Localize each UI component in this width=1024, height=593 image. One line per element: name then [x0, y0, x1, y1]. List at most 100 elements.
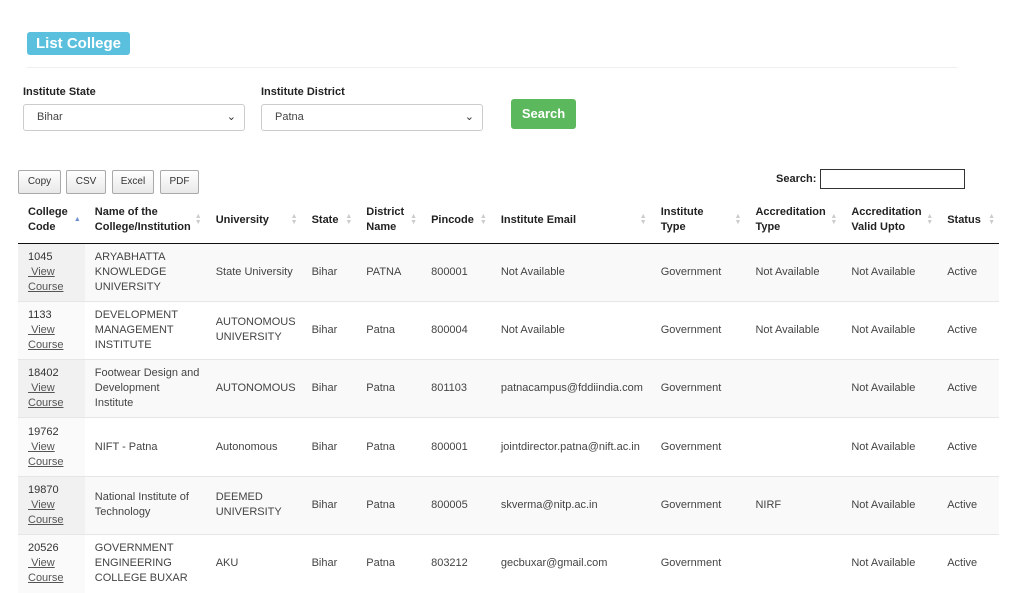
- column-header-label: Name of the: [94, 206, 158, 219]
- type-cell: Government: [650, 300, 746, 360]
- college-code: 20526: [28, 542, 59, 555]
- column-header-label: Valid Upto: [851, 221, 906, 234]
- email: Not Available: [500, 323, 565, 336]
- college-code: 19870: [28, 483, 59, 496]
- column-header-university[interactable]: University ▲ ▼: [205, 198, 302, 244]
- view-course-link-text: Course: [28, 455, 64, 468]
- college-name: KNOWLEDGE: [94, 265, 167, 278]
- sort-icon: ▲ ▼: [734, 213, 742, 227]
- college-name: Development Institute: [94, 382, 160, 410]
- pincode: 801103: [431, 382, 467, 395]
- page-title: List College: [27, 32, 131, 55]
- college-name-cell: NIFT - Patna: [84, 417, 206, 477]
- column-header-accreditation-type[interactable]: Accreditation Type ▲ ▼: [745, 198, 842, 244]
- email-cell: patnacampus@fddiindia.com: [490, 359, 651, 418]
- column-header-label: Institute Email: [500, 213, 577, 226]
- district-cell: PATNA: [356, 242, 422, 302]
- view-course-link[interactable]: View Course: [28, 499, 63, 526]
- email: Not Available: [500, 265, 565, 278]
- accr-valid: Not Available: [851, 382, 916, 395]
- column-header-institute-type[interactable]: Institute Type ▲ ▼: [650, 198, 746, 244]
- university-cell: Autonomous: [205, 417, 302, 477]
- column-header-institute-email[interactable]: Institute Email ▲ ▼: [490, 198, 651, 244]
- college-name: COLLEGE BUXAR: [94, 572, 188, 585]
- search-button[interactable]: Search: [511, 99, 576, 129]
- view-course-link[interactable]: View Course: [28, 557, 63, 584]
- college-name: Footwear Design and: [94, 367, 200, 380]
- column-header-state[interactable]: State ▲ ▼: [301, 198, 357, 244]
- accr-type: Not Available: [755, 323, 820, 336]
- view-course-link[interactable]: View Course: [28, 324, 63, 351]
- title-divider: [27, 67, 957, 68]
- university: Autonomous: [215, 440, 278, 453]
- college-name: INSTITUTE: [94, 338, 152, 351]
- type-cell: Government: [650, 359, 746, 418]
- pincode-cell: 800001: [421, 417, 491, 477]
- type: Government: [660, 557, 722, 570]
- state: Bihar: [311, 498, 338, 511]
- column-header-college-name[interactable]: Name of the College/Institution ▲ ▼: [84, 198, 206, 244]
- district-cell: Patna: [356, 417, 422, 477]
- view-course-link-text: Course: [28, 397, 64, 410]
- university-cell: State University: [205, 242, 302, 302]
- status-cell: Active: [937, 475, 999, 535]
- college-code-cell: 1133 View Course: [18, 300, 85, 360]
- column-header-accreditation-valid-upto[interactable]: Accreditation Valid Upto ▲ ▼: [841, 198, 938, 244]
- email-cell: gecbuxar@gmail.com: [490, 533, 651, 593]
- column-header-label: College/Institution: [94, 221, 191, 234]
- pdf-button[interactable]: PDF: [160, 170, 199, 194]
- district-select[interactable]: Patna ⌄: [261, 104, 483, 131]
- district: Patna: [366, 557, 396, 570]
- excel-button[interactable]: Excel: [112, 170, 154, 194]
- sort-icon: ▲ ▼: [830, 213, 838, 227]
- view-course-link[interactable]: View Course: [28, 382, 63, 409]
- column-header-college-code[interactable]: College Code ▲: [18, 198, 85, 244]
- accr-valid: Not Available: [851, 557, 916, 570]
- accr-type-cell: Not Available: [745, 242, 842, 302]
- university-cell: AUTONOMOUS: [205, 359, 302, 418]
- state-select[interactable]: Bihar ⌄: [23, 104, 245, 131]
- column-header-district-name[interactable]: District Name ▲ ▼: [356, 198, 422, 244]
- view-course-link[interactable]: View Course: [28, 266, 63, 293]
- column-header-label: Institute: [660, 206, 704, 219]
- type-cell: Government: [650, 533, 746, 593]
- sort-icon: ▲ ▼: [410, 213, 418, 227]
- status: Active: [947, 498, 978, 511]
- district-cell: Patna: [356, 533, 422, 593]
- column-header-label: Accreditation: [851, 206, 922, 219]
- college-code-cell: 20526 View Course: [18, 533, 85, 593]
- district-label: Institute District: [261, 86, 345, 98]
- email-cell: skverma@nitp.ac.in: [490, 475, 651, 535]
- column-header-label: Accreditation: [755, 206, 826, 219]
- university-cell: AUTONOMOUS UNIVERSITY: [205, 300, 302, 360]
- pincode: 800001: [431, 265, 468, 278]
- type-cell: Government: [650, 417, 746, 477]
- university: State University: [215, 265, 293, 278]
- email: jointdirector.patna@nift.ac.in: [500, 440, 640, 453]
- view-course-link-text: View: [31, 498, 55, 511]
- college-code-cell: 19762 View Course: [18, 417, 85, 477]
- college-name: GOVERNMENT: [94, 542, 174, 555]
- column-header-pincode[interactable]: Pincode ▲ ▼: [421, 198, 491, 244]
- district: Patna: [366, 382, 396, 395]
- sort-icon: ▲ ▼: [926, 213, 934, 227]
- status-cell: Active: [937, 417, 999, 477]
- sort-icon: ▲ ▼: [639, 213, 647, 227]
- column-header-label: Code: [28, 221, 56, 234]
- column-header-label: College: [28, 206, 68, 219]
- college-name: Technology: [94, 506, 151, 519]
- csv-button[interactable]: CSV: [66, 170, 106, 194]
- pincode: 800001: [431, 440, 468, 453]
- state-cell: Bihar: [301, 533, 357, 593]
- table-search-input[interactable]: [820, 169, 965, 189]
- column-header-status[interactable]: Status ▲ ▼: [937, 198, 999, 244]
- view-course-link[interactable]: View Course: [28, 441, 63, 468]
- accr-type-cell: NIRF: [745, 475, 842, 535]
- university-cell: DEEMED UNIVERSITY: [205, 475, 302, 535]
- college-name-cell: DEVELOPMENT MANAGEMENT INSTITUTE: [84, 300, 206, 360]
- university: UNIVERSITY: [215, 331, 282, 344]
- university: UNIVERSITY: [215, 506, 282, 519]
- district: Patna: [366, 498, 396, 511]
- column-header-label: University: [215, 213, 269, 226]
- copy-button[interactable]: Copy: [18, 170, 61, 194]
